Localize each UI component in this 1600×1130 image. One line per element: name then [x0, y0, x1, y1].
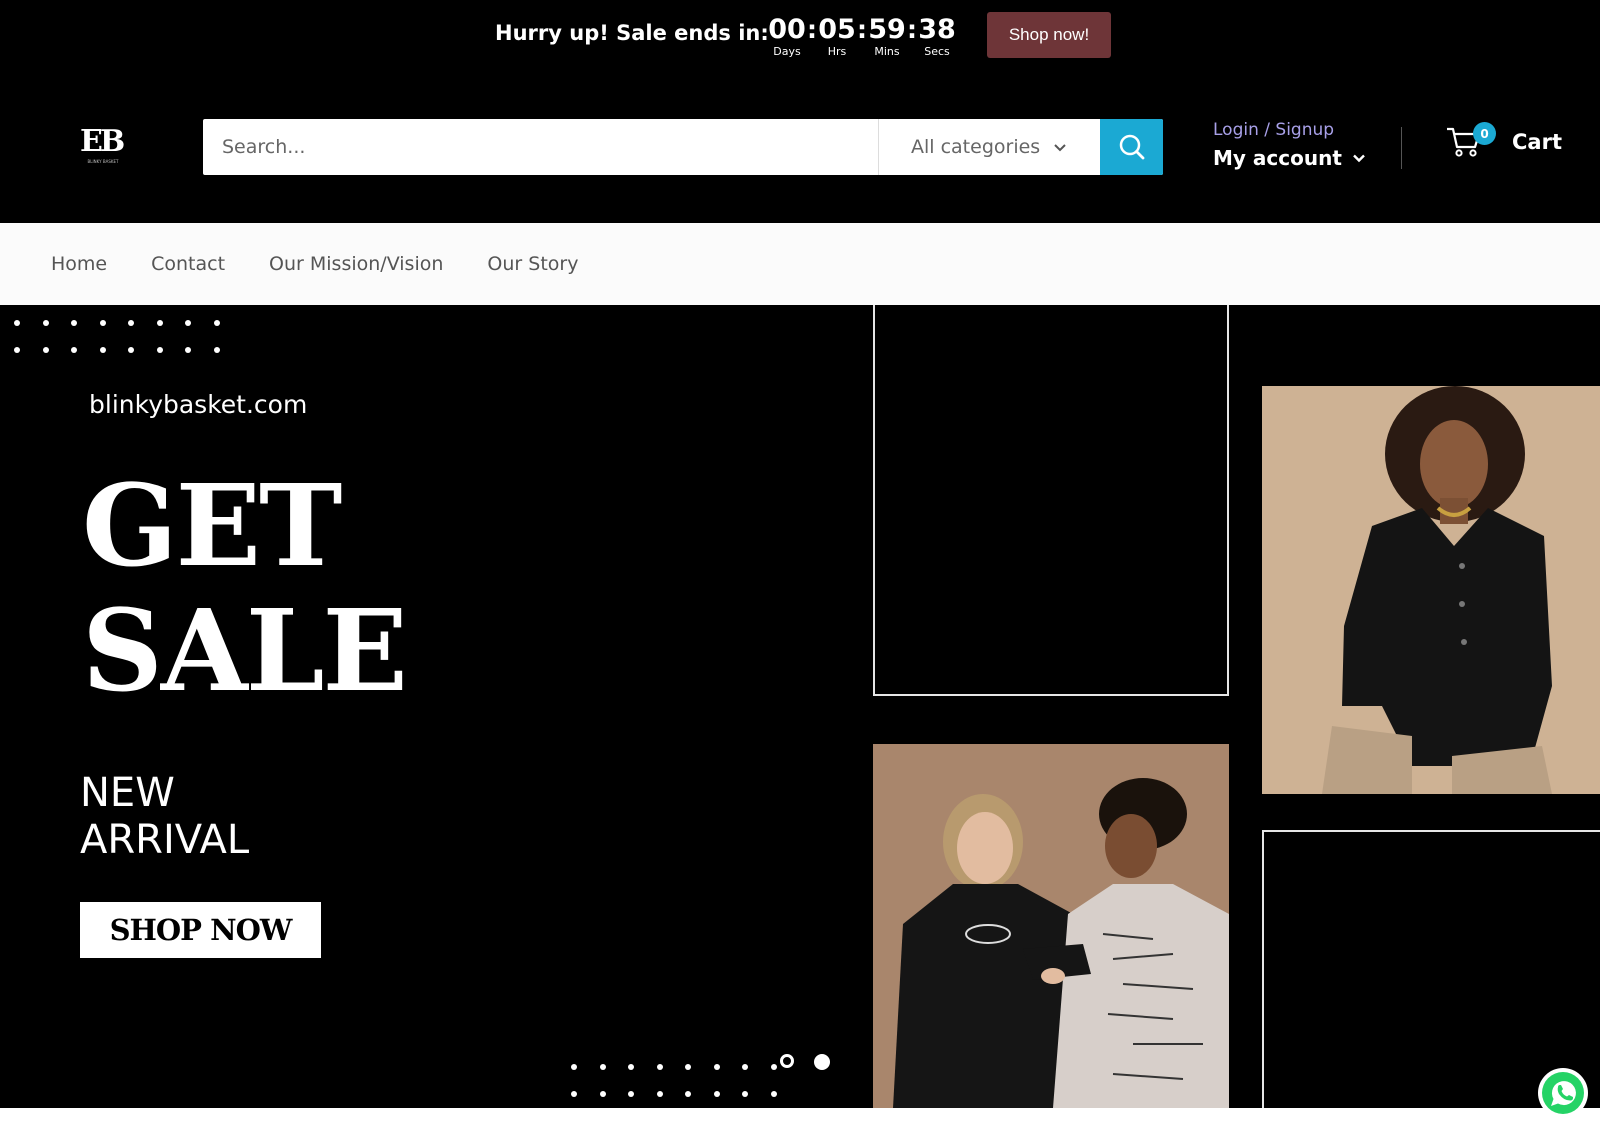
decorative-dots: [14, 320, 242, 353]
sale-message: Hurry up! Sale ends in:: [495, 21, 769, 45]
whatsapp-chat-button[interactable]: [1538, 1068, 1588, 1118]
hero-sub-arrival: ARRIVAL: [80, 817, 250, 863]
decorative-dot: [770, 1064, 777, 1070]
hero-banner: blinkybasket.com GET SALE NEW ARRIVAL SH…: [0, 305, 1600, 1108]
decorative-dot: [14, 320, 20, 326]
decorative-frame: [873, 305, 1229, 696]
decorative-dot: [599, 1091, 606, 1097]
search-bar: All categories: [203, 119, 1163, 175]
site-url: blinkybasket.com: [89, 390, 308, 419]
countdown-separator: :: [807, 15, 817, 44]
nav-item-contact[interactable]: Contact: [151, 253, 225, 275]
my-account-dropdown[interactable]: My account: [1213, 146, 1366, 170]
hero-shop-now-button[interactable]: SHOP NOW: [80, 902, 321, 958]
decorative-dot: [14, 347, 20, 353]
chevron-down-icon: [1054, 144, 1066, 152]
decorative-dot: [713, 1091, 720, 1097]
hero-headline-get: GET: [82, 461, 342, 592]
countdown-unit: Hrs: [827, 45, 847, 58]
my-account-label: My account: [1213, 146, 1342, 170]
hero-sub-new: NEW: [80, 770, 175, 816]
countdown-value: 59: [868, 14, 906, 45]
countdown-separator: :: [907, 15, 917, 44]
decorative-dot: [770, 1091, 777, 1097]
decorative-dot: [656, 1064, 663, 1070]
logo-mark: EB: [80, 124, 125, 159]
decorative-dot: [128, 320, 134, 326]
decorative-dot: [71, 320, 77, 326]
model-photo-couple: [873, 744, 1229, 1108]
decorative-dot: [713, 1064, 720, 1070]
model-woman-illustration: [1262, 386, 1600, 794]
decorative-dot: [656, 1091, 663, 1097]
countdown-timer: 00 Days : 05 Hrs : 59 Mins : 38 Secs: [768, 14, 956, 60]
model-photo-woman: [1262, 386, 1600, 794]
decorative-dot: [156, 320, 163, 326]
decorative-dot: [42, 320, 49, 326]
decorative-dot: [71, 347, 77, 353]
decorative-dot: [571, 1064, 577, 1070]
countdown-separator: :: [857, 15, 867, 44]
header-divider: [1401, 127, 1402, 169]
decorative-dot: [685, 1064, 691, 1070]
site-header: EB BLINKY BASKET All categories Login / …: [0, 72, 1600, 223]
countdown-hours: 05 Hrs: [818, 14, 856, 60]
decorative-dot: [685, 1091, 691, 1097]
nav-item-home[interactable]: Home: [51, 253, 107, 275]
search-input[interactable]: [203, 119, 878, 175]
decorative-dot: [185, 320, 191, 326]
decorative-dot: [213, 347, 220, 353]
countdown-days: 00 Days: [768, 14, 806, 60]
login-signup-link[interactable]: Login / Signup: [1213, 120, 1366, 140]
decorative-dot: [213, 320, 220, 326]
countdown-unit: Mins: [874, 45, 900, 58]
cart-label: Cart: [1512, 130, 1562, 154]
search-button[interactable]: [1100, 119, 1163, 175]
decorative-dot: [742, 1064, 748, 1070]
countdown-value: 38: [918, 14, 956, 45]
decorative-dots: [571, 1064, 799, 1097]
countdown-value: 05: [818, 14, 856, 45]
main-nav: Home Contact Our Mission/Vision Our Stor…: [0, 223, 1600, 305]
nav-item-mission-vision[interactable]: Our Mission/Vision: [269, 253, 443, 275]
shop-now-button[interactable]: Shop now!: [987, 12, 1111, 58]
countdown-unit: Secs: [924, 45, 950, 58]
decorative-dot: [42, 347, 49, 353]
nav-item-our-story[interactable]: Our Story: [487, 253, 578, 275]
hero-subheadline: NEW ARRIVAL: [80, 770, 249, 864]
chevron-down-icon: [1353, 154, 1365, 163]
countdown-seconds: 38 Secs: [918, 14, 956, 60]
decorative-dot: [156, 347, 163, 353]
whatsapp-icon: [1542, 1072, 1584, 1114]
decorative-dot: [99, 347, 106, 353]
cart-count-badge: 0: [1473, 122, 1496, 145]
announcement-bar: Hurry up! Sale ends in: 00 Days : 05 Hrs…: [0, 0, 1600, 72]
countdown-unit: Days: [773, 45, 801, 58]
account-menu: Login / Signup My account: [1213, 120, 1366, 170]
model-couple-illustration: [873, 744, 1229, 1108]
countdown-minutes: 59 Mins: [868, 14, 906, 60]
decorative-frame: [1262, 830, 1600, 1108]
search-icon: [1119, 134, 1144, 160]
decorative-dot: [628, 1064, 634, 1070]
hero-headline-sale: SALE: [82, 586, 408, 717]
category-label: All categories: [911, 136, 1041, 158]
decorative-dot: [128, 347, 134, 353]
decorative-dot: [571, 1091, 577, 1097]
slider-dot-2-active[interactable]: [814, 1054, 830, 1070]
decorative-dot: [742, 1091, 748, 1097]
site-logo[interactable]: EB BLINKY BASKET: [80, 127, 126, 167]
decorative-dot: [628, 1091, 634, 1097]
cart-button[interactable]: 0 Cart: [1446, 122, 1562, 159]
decorative-dot: [99, 320, 106, 326]
countdown-value: 00: [768, 14, 806, 45]
decorative-dot: [599, 1064, 606, 1070]
decorative-dot: [185, 347, 191, 353]
category-select[interactable]: All categories: [878, 119, 1100, 175]
slider-dot-1[interactable]: [780, 1054, 794, 1068]
logo-subtext: BLINKY BASKET: [87, 159, 119, 164]
page-bottom-edge: [0, 1108, 1600, 1130]
